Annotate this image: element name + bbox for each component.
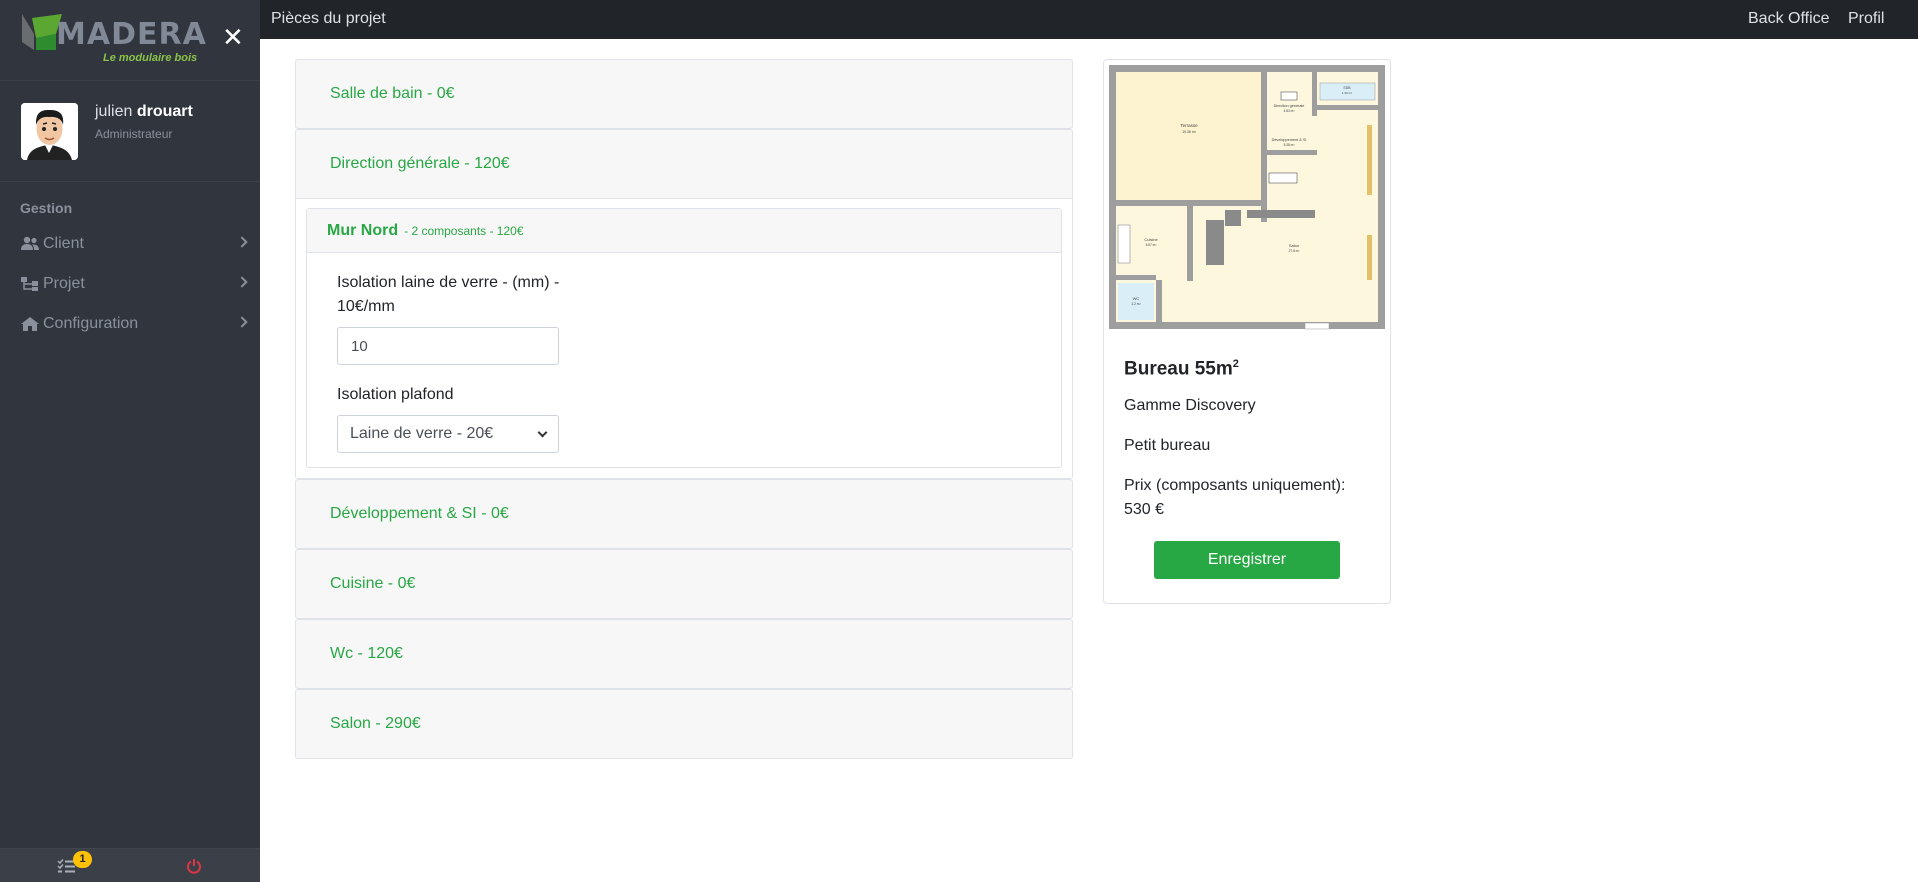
room-header[interactable]: Salon - 290€ — [296, 690, 1072, 758]
wall-body: Isolation laine de verre - (mm) - 10€/mm… — [307, 253, 1061, 467]
plan-label: 27.8 m² — [1289, 249, 1300, 253]
plan-label: 2.2 m² — [1131, 302, 1140, 306]
wall-title: Mur Nord — [327, 221, 399, 239]
task-count-badge: 1 — [73, 851, 92, 868]
plan-label: WC — [1133, 296, 1140, 301]
user-panel: julien drouart Administrateur — [0, 81, 260, 182]
room-item-developpement: Développement & SI - 0€ — [295, 479, 1073, 549]
chevron-right-icon — [236, 316, 248, 328]
sitemap-icon — [21, 277, 38, 291]
wall-meta: - 2 composants - 120€ — [404, 223, 524, 238]
isolation-plafond-select[interactable]: Laine de verre - 20€ — [337, 415, 559, 453]
wall-header[interactable]: Mur Nord - 2 composants - 120€ — [307, 209, 1061, 253]
room-header[interactable]: Salle de bain - 0€ — [296, 60, 1072, 128]
sidebar-item-label: Configuration — [43, 315, 139, 332]
room-item-direction-generale: Direction générale - 120€ Mur Nord - 2 c… — [295, 129, 1073, 479]
field-group-laine: Isolation laine de verre - (mm) - 10€/mm — [337, 271, 1031, 365]
sidebar-footer: 1 — [0, 848, 260, 882]
power-icon[interactable] — [186, 858, 202, 874]
field-group-plafond: Isolation plafond Laine de verre - 20€ — [337, 383, 1031, 453]
users-icon — [21, 236, 39, 250]
plan-label: Salon — [1289, 243, 1299, 248]
product-price: Prix (composants uniquement): 530 € — [1124, 474, 1364, 522]
chevron-down-icon — [537, 427, 548, 437]
user-first-name: julien — [95, 103, 133, 120]
home-icon — [21, 317, 39, 331]
sidebar-item-configuration[interactable]: Configuration — [0, 306, 260, 342]
page-title: Pièces du projet — [271, 10, 386, 27]
room-header[interactable]: Direction générale - 120€ — [296, 130, 1072, 198]
plan-label: Développement & SI — [1272, 138, 1307, 142]
price-label: Prix (composants uniquement): — [1124, 477, 1346, 494]
sidebar-item-client[interactable]: Client — [0, 226, 260, 262]
plan-label: 1.36 m² — [1342, 91, 1352, 95]
plan-label: SDB — [1343, 86, 1351, 90]
field-label: Isolation laine de verre - (mm) - 10€/mm — [337, 274, 560, 315]
field-label: Isolation plafond — [337, 386, 454, 403]
wall-card: Mur Nord - 2 composants - 120€ Isolation… — [306, 208, 1062, 468]
brand-name: MADERA — [56, 17, 207, 52]
room-body: Mur Nord - 2 composants - 120€ Isolation… — [296, 198, 1072, 478]
user-role: Administrateur — [95, 127, 173, 141]
product-gamme: Gamme Discovery — [1124, 397, 1256, 414]
sidebar-item-projet[interactable]: Projet — [0, 266, 260, 302]
room-header[interactable]: Développement & SI - 0€ — [296, 480, 1072, 548]
plan-label: Direction générale — [1274, 104, 1305, 108]
profil-link[interactable]: Profil — [1848, 10, 1884, 28]
brand-area: MADERA Le modulaire bois ✕ — [0, 0, 260, 81]
topbar: Pièces du projet Back Office Profil — [260, 0, 1918, 39]
room-item-wc: Wc - 120€ — [295, 619, 1073, 689]
plan-label: 19.36 m² — [1182, 130, 1197, 134]
room-item-cuisine: Cuisine - 0€ — [295, 549, 1073, 619]
room-item-salon: Salon - 290€ — [295, 689, 1073, 759]
sidebar: MADERA Le modulaire bois ✕ julien drouar… — [0, 0, 260, 882]
product-card: Terrasse 19.36 m² Direction générale 4.8… — [1103, 59, 1391, 604]
price-value: 530 € — [1124, 501, 1165, 518]
product-description: Petit bureau — [1124, 437, 1211, 454]
rooms-accordion: Salle de bain - 0€ Direction générale - … — [295, 59, 1073, 759]
plan-label: Terrasse — [1180, 123, 1198, 128]
back-office-link[interactable]: Back Office — [1748, 10, 1830, 28]
user-name: julien drouart — [95, 103, 193, 121]
sidebar-item-label: Projet — [43, 275, 85, 292]
avatar-icon — [21, 103, 78, 160]
sidebar-item-label: Client — [43, 235, 84, 252]
chevron-right-icon — [236, 236, 248, 248]
plan-label: 4.83 m² — [1284, 109, 1295, 113]
section-title-gestion: Gestion — [20, 200, 73, 216]
plan-label: Cuisine — [1144, 237, 1158, 242]
room-header[interactable]: Wc - 120€ — [296, 620, 1072, 688]
product-title-sup: 2 — [1232, 358, 1239, 370]
plan-label: 5.38 m² — [1284, 143, 1295, 147]
save-button[interactable]: Enregistrer — [1154, 541, 1340, 579]
avatar — [21, 103, 78, 160]
brand-tagline: Le modulaire bois — [103, 52, 198, 64]
room-item-salle-de-bain: Salle de bain - 0€ — [295, 59, 1073, 129]
room-header[interactable]: Cuisine - 0€ — [296, 550, 1072, 618]
user-last-name: drouart — [136, 103, 193, 120]
product-title: Bureau 55m2 — [1124, 358, 1239, 380]
isolation-laine-input[interactable] — [337, 327, 559, 365]
close-sidebar-button[interactable]: ✕ — [222, 24, 244, 50]
floor-plan-image: Terrasse 19.36 m² Direction générale 4.8… — [1109, 65, 1385, 330]
chevron-right-icon — [236, 276, 248, 288]
plan-label: 5.87 m² — [1146, 243, 1157, 247]
product-title-text: Bureau 55m — [1124, 358, 1233, 380]
select-value: Laine de verre - 20€ — [350, 425, 494, 442]
